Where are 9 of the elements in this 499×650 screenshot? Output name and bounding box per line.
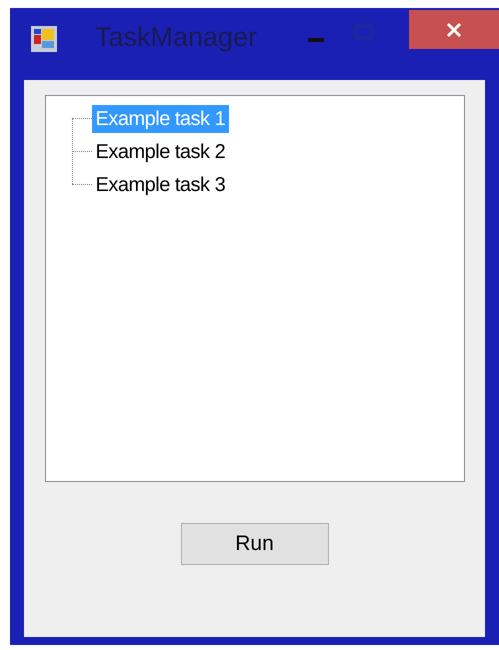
run-button[interactable]: Run [180,523,328,565]
maximize-icon [355,25,374,39]
app-icon [30,25,58,53]
tree-item[interactable]: Example task 3 [92,170,230,198]
close-icon [445,20,463,38]
close-button[interactable] [409,10,499,49]
window-title: TaskManager [95,21,258,54]
minimize-icon [308,38,324,42]
tree-item[interactable]: Example task 2 [92,138,230,166]
